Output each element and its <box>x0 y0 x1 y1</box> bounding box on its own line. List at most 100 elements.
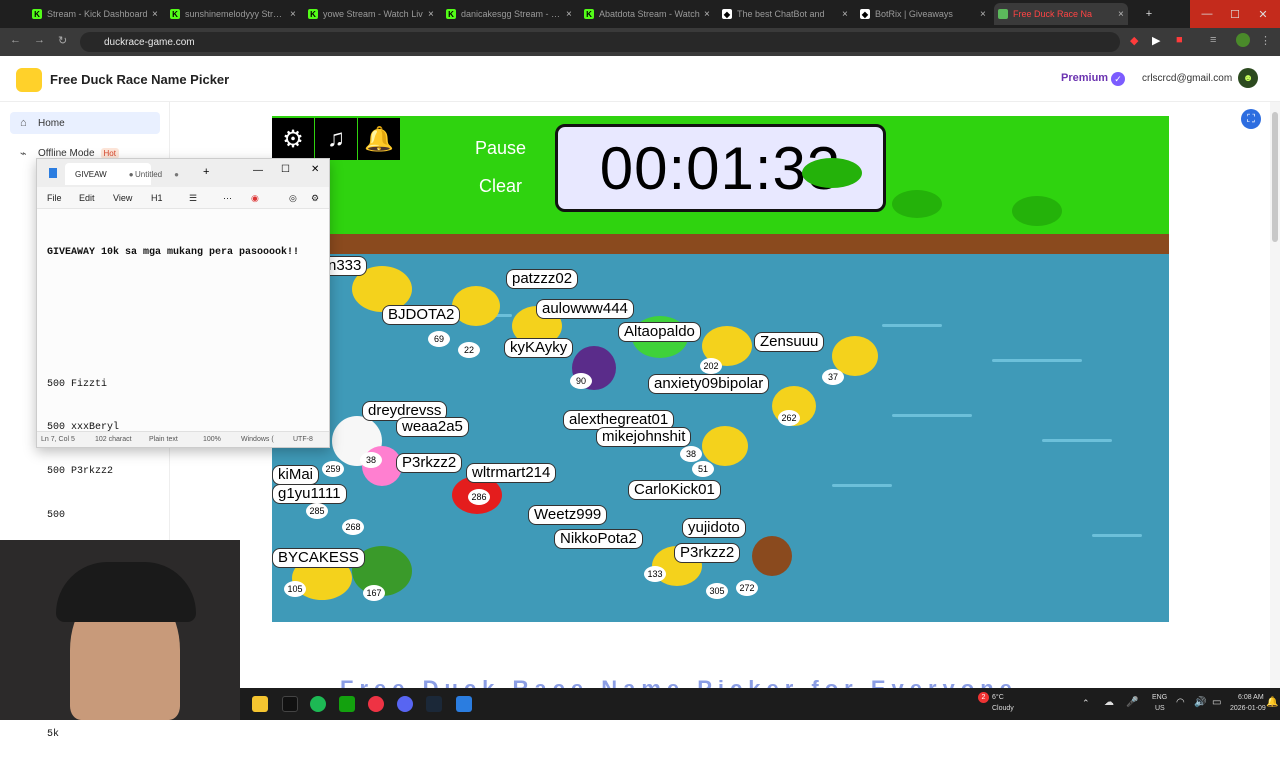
menu-view[interactable]: View <box>113 193 132 203</box>
browser-tab[interactable]: K Abatdota Stream - Watch × <box>580 3 714 25</box>
close-icon[interactable]: × <box>842 9 852 20</box>
duck-number-badge: 22 <box>458 342 480 358</box>
browser-tab[interactable]: K Stream - Kick Dashboard × <box>28 3 162 25</box>
duck-number-badge: 272 <box>736 580 758 596</box>
minimize-icon[interactable]: — <box>253 165 263 176</box>
close-icon[interactable]: × <box>428 9 438 20</box>
settings-gear-icon[interactable]: ⚙ <box>272 118 314 160</box>
close-icon[interactable]: × <box>980 9 990 20</box>
browser-tab[interactable]: ◆ The best ChatBot and × <box>718 3 852 25</box>
copilot-icon[interactable]: ◉ <box>251 193 259 204</box>
tiktok-icon[interactable] <box>282 696 298 712</box>
close-icon[interactable]: × <box>290 9 300 20</box>
browser-tab[interactable]: K yowe Stream - Watch Liv × <box>304 3 438 25</box>
close-icon[interactable]: ✕ <box>311 164 319 175</box>
fullscreen-icon[interactable]: ⛶ <box>1241 109 1261 129</box>
browser-tab-active[interactable]: Free Duck Race Na × <box>994 3 1128 25</box>
sidebar-item-home[interactable]: ⌂ Home <box>10 112 160 134</box>
battery-icon[interactable]: ▭ <box>1212 697 1221 708</box>
weather-temp[interactable]: 6°C <box>992 694 1004 701</box>
wave <box>1092 534 1142 537</box>
steam-icon[interactable] <box>426 696 442 712</box>
play-icon[interactable]: ▶ <box>1152 34 1160 47</box>
notepad-taskbar-icon[interactable] <box>456 696 472 712</box>
duck-number-badge: 38 <box>360 452 382 468</box>
duck-number-badge: 37 <box>822 369 844 385</box>
menu-file[interactable]: File <box>47 193 62 203</box>
avatar[interactable]: ☻ <box>1238 68 1258 88</box>
notepad-tab[interactable]: Untitled ● <box>125 163 185 185</box>
duck-name-label: Altaopaldo <box>618 322 701 342</box>
clock-date[interactable]: 2026-01-09 <box>1230 705 1266 712</box>
duck-race-canvas[interactable]: ⚙ ♫ 🔔 Pause Clear 00:01:33 n333 patzzz02… <box>272 116 1169 622</box>
notifications-icon[interactable]: 🔔 <box>1266 697 1278 708</box>
hot-badge: Hot <box>100 147 119 159</box>
menu-edit[interactable]: Edit <box>79 193 95 203</box>
unsaved-dot-icon: ● <box>174 169 179 179</box>
record-icon[interactable]: ■ <box>1176 34 1183 46</box>
sound-icon[interactable]: 🔔 <box>358 118 400 160</box>
line-ending[interactable]: Windows ( <box>241 436 274 443</box>
sidebar-item-label: Home <box>38 117 65 129</box>
close-icon[interactable]: × <box>152 9 162 20</box>
volume-icon[interactable]: 🔊 <box>1194 697 1206 708</box>
account-email[interactable]: crlscrcd@gmail.com <box>1142 73 1232 84</box>
more-icon[interactable]: ⋯ <box>223 193 232 204</box>
reload-icon[interactable]: ↻ <box>58 34 67 47</box>
heading-dropdown[interactable]: H1 <box>151 193 163 203</box>
close-icon[interactable]: × <box>566 9 576 20</box>
url-field[interactable]: duckrace-game.com <box>80 32 1120 52</box>
browser-tab[interactable]: ◆ BotRix | Giveaways × <box>856 3 990 25</box>
duck-name-label: yujidoto <box>682 518 746 538</box>
text-line: 500 Fizzti <box>47 378 108 390</box>
language-code[interactable]: ENG <box>1152 694 1167 701</box>
microphone-icon[interactable]: 🎤 <box>1126 697 1138 708</box>
maximize-icon[interactable]: ☐ <box>281 164 290 175</box>
list-icon[interactable]: ☰ <box>189 193 197 204</box>
kebab-menu-icon[interactable]: ⋮ <box>1260 34 1271 47</box>
extension-icon[interactable]: ◆ <box>1130 34 1138 47</box>
scroll-thumb[interactable] <box>1272 112 1278 242</box>
clear-button[interactable]: Clear <box>479 176 522 197</box>
file-explorer-icon[interactable] <box>252 696 268 712</box>
chevron-up-icon[interactable]: ⌃ <box>1082 698 1090 709</box>
weather-alert-badge: 2 <box>978 692 989 703</box>
browser-tab[interactable]: K sunshinemelodyyy Stream × <box>166 3 300 25</box>
duck-logo-icon[interactable] <box>16 68 42 92</box>
browser-tab[interactable]: K danicakesgg Stream - Wa × <box>442 3 576 25</box>
back-icon[interactable]: ← <box>10 34 21 46</box>
zoom-level[interactable]: 100% <box>203 436 221 443</box>
close-window-icon[interactable]: ✕ <box>1246 0 1280 28</box>
pause-button[interactable]: Pause <box>475 138 526 159</box>
close-icon[interactable]: × <box>704 9 714 20</box>
duck-name-label: P3rkzz2 <box>674 543 741 563</box>
menu-icon[interactable]: ≡ <box>1210 34 1216 46</box>
duck-name-label: mikejohnshit <box>596 427 692 447</box>
discord-icon[interactable] <box>397 696 413 712</box>
profile-icon[interactable] <box>1236 33 1250 47</box>
premium-link[interactable]: Premium <box>1061 72 1108 84</box>
spotify-icon[interactable] <box>310 696 326 712</box>
tab-label: danicakesgg Stream - Wa <box>461 9 562 19</box>
new-tab-icon[interactable]: + <box>203 166 209 178</box>
chrome-icon[interactable] <box>368 696 384 712</box>
close-icon[interactable]: × <box>1118 9 1128 20</box>
account-icon[interactable]: ◎ <box>289 193 297 204</box>
encoding[interactable]: UTF-8 <box>293 436 313 443</box>
cloud-icon[interactable]: ☁ <box>1104 697 1114 708</box>
region-code[interactable]: US <box>1155 705 1165 712</box>
music-icon[interactable]: ♫ <box>315 118 357 160</box>
forward-icon[interactable]: → <box>34 34 45 46</box>
duck-name-label: patzzz02 <box>506 269 579 289</box>
site-header: Free Duck Race Name Picker Premium ✓ crl… <box>0 56 1280 102</box>
page-scrollbar[interactable] <box>1270 102 1280 688</box>
wave <box>832 484 892 487</box>
kick-icon: K <box>584 9 594 19</box>
wifi-icon[interactable]: ◠ <box>1176 697 1185 708</box>
notepad-titlebar[interactable]: GIVEAW ● Untitled ● + — ☐ ✕ <box>37 159 329 187</box>
settings-icon[interactable]: ⚙ <box>311 193 319 204</box>
weather-desc[interactable]: Cloudy <box>992 705 1014 712</box>
clock-time[interactable]: 6:08 AM <box>1238 694 1264 701</box>
app-icon[interactable] <box>339 696 355 712</box>
new-tab-icon[interactable]: + <box>1132 0 1166 28</box>
